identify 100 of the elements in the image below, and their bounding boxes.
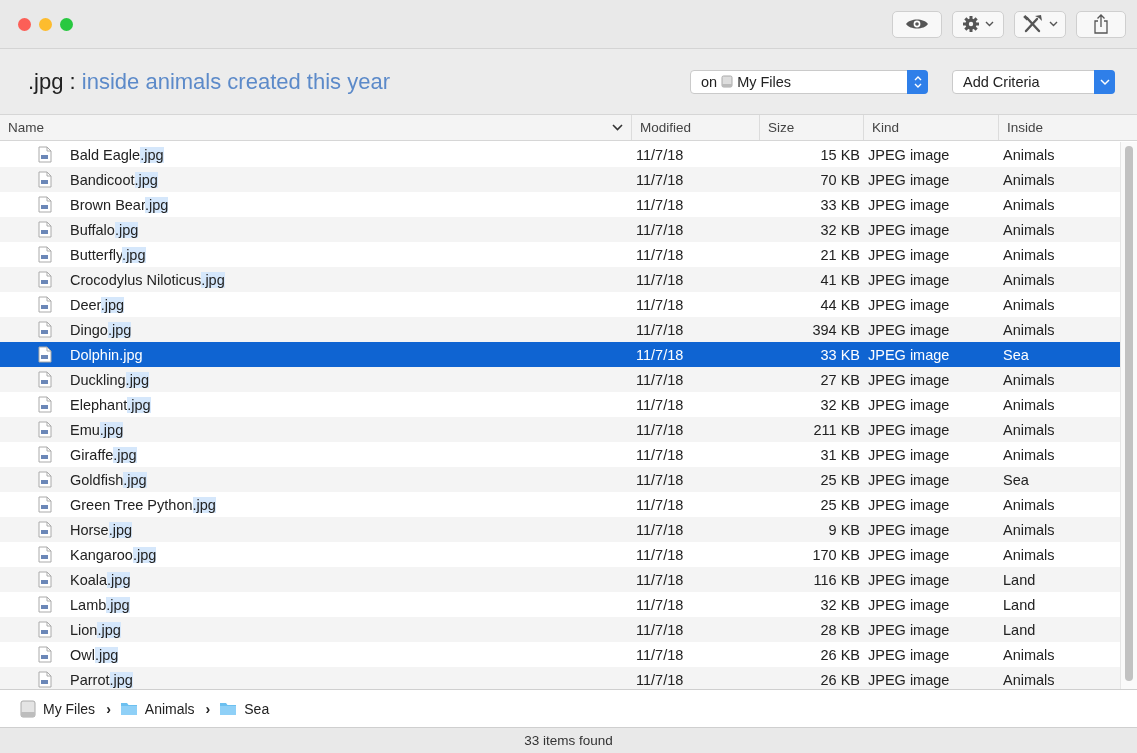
path-item[interactable]: Sea <box>244 700 270 717</box>
table-cell-text: 31 KB <box>819 446 861 463</box>
table-cell-text: 32 KB <box>819 396 861 413</box>
image-file-icon <box>38 346 52 363</box>
close-button[interactable] <box>18 17 31 31</box>
table-cell-text: JPEG image <box>867 546 951 563</box>
table-cell-text: Animals <box>1002 371 1056 388</box>
file-name: Bandicoot.jpg <box>70 171 158 188</box>
path-separator: › <box>205 700 211 717</box>
table-cell-text: 44 KB <box>819 296 861 313</box>
table-cell-text: JPEG image <box>867 471 951 488</box>
table-cell-text: Land <box>1002 596 1037 613</box>
image-file-icon <box>38 271 52 288</box>
file-name: Dingo.jpg <box>70 321 132 338</box>
table-cell-text: 32 KB <box>819 596 861 613</box>
image-file-icon <box>38 246 52 263</box>
file-row[interactable]: Bandicoot.jpg 11/7/18 70 KB JPEG image Animals <box>0 167 1120 192</box>
table-cell-text: 11/7/18 <box>635 371 685 388</box>
table-cell-text: 11/7/18 <box>635 646 685 663</box>
table-cell-text: JPEG image <box>867 146 951 163</box>
image-file-icon <box>38 471 52 488</box>
image-file-icon <box>38 296 52 313</box>
column-header[interactable]: Size <box>760 115 864 140</box>
scope-dropdown[interactable]: on My Files <box>690 69 928 94</box>
table-cell-text: 9 KB <box>827 521 861 538</box>
column-header[interactable]: Name <box>0 115 632 140</box>
scrollbar-thumb[interactable] <box>1125 146 1133 681</box>
table-cell-text: 32 KB <box>819 221 861 238</box>
table-cell-text: Animals <box>1002 296 1056 313</box>
table-cell-text: Animals <box>1002 421 1056 438</box>
file-row[interactable]: Crocodylus Niloticus.jpg 11/7/18 41 KB JPEG image Animals <box>0 267 1120 292</box>
file-row[interactable]: Buffalo.jpg 11/7/18 32 KB JPEG image Animals <box>0 217 1120 242</box>
table-cell-text: Animals <box>1002 321 1056 338</box>
file-row[interactable]: Horse.jpg 11/7/18 9 KB JPEG image Animals <box>0 517 1120 542</box>
path-item[interactable]: Animals <box>144 700 195 717</box>
table-cell-text: 11/7/18 <box>635 246 685 263</box>
table-cell-text: Animals <box>1002 171 1056 188</box>
table-cell-text: 33 KB <box>819 346 861 363</box>
image-file-icon <box>38 496 52 513</box>
eye-icon <box>905 17 929 31</box>
file-name: Giraffe.jpg <box>70 446 137 463</box>
column-header[interactable]: Inside <box>999 115 1137 140</box>
preview-button[interactable] <box>892 10 942 38</box>
file-name: Parrot.jpg <box>70 671 133 688</box>
table-cell-text: JPEG image <box>867 246 951 263</box>
status-text: 33 items found <box>524 733 613 748</box>
file-name: Emu.jpg <box>70 421 124 438</box>
table-cell-text: 26 KB <box>819 671 861 688</box>
table-cell-text: 11/7/18 <box>635 671 685 688</box>
table-cell-text: Animals <box>1002 521 1056 538</box>
table-cell-text: 11/7/18 <box>635 596 685 613</box>
file-row[interactable]: Lion.jpg 11/7/18 28 KB JPEG image Land <box>0 617 1120 642</box>
table-cell-text: 70 KB <box>819 171 861 188</box>
stepper-icon <box>907 69 928 94</box>
column-header[interactable]: Modified <box>632 115 760 140</box>
image-file-icon <box>38 171 52 188</box>
column-header[interactable]: Kind <box>864 115 999 140</box>
file-name: Buffalo.jpg <box>70 221 139 238</box>
file-row[interactable]: Duckling.jpg 11/7/18 27 KB JPEG image Animals <box>0 367 1120 392</box>
table-cell-text: JPEG image <box>867 496 951 513</box>
file-row[interactable]: Emu.jpg 11/7/18 211 KB JPEG image Animals <box>0 417 1120 442</box>
table-cell-text: 21 KB <box>819 246 861 263</box>
table-cell-text: Land <box>1002 621 1037 638</box>
settings-button[interactable] <box>952 10 1004 38</box>
file-row[interactable]: Parrot.jpg 11/7/18 26 KB JPEG image Animals <box>0 667 1120 689</box>
file-name: Koala.jpg <box>70 571 131 588</box>
table-cell-text: 11/7/18 <box>635 171 685 188</box>
table-cell-text: JPEG image <box>867 521 951 538</box>
search-query: .jpg : inside animals created this year <box>28 68 391 95</box>
file-name: Lion.jpg <box>70 621 121 638</box>
file-row[interactable]: Dingo.jpg 11/7/18 394 KB JPEG image Animals <box>0 317 1120 342</box>
table-cell-text: 27 KB <box>819 371 861 388</box>
folder-icon <box>219 701 238 716</box>
table-cell-text: Sea <box>1002 471 1030 488</box>
file-row[interactable]: Dolphin.jpg 11/7/18 33 KB JPEG image Sea <box>0 342 1120 367</box>
criteria-dropdown[interactable]: Add Criteria <box>952 69 1115 94</box>
table-cell-text: 11/7/18 <box>635 321 685 338</box>
file-row[interactable]: Goldfish.jpg 11/7/18 25 KB JPEG image Sea <box>0 467 1120 492</box>
table-cell-text: JPEG image <box>867 221 951 238</box>
table-cell-text: 394 KB <box>811 321 861 338</box>
tools-button[interactable] <box>1014 10 1066 38</box>
table-cell-text: 11/7/18 <box>635 571 685 588</box>
image-file-icon <box>38 321 52 338</box>
table-cell-text: Animals <box>1002 646 1056 663</box>
file-row[interactable]: Koala.jpg 11/7/18 116 KB JPEG image Land <box>0 567 1120 592</box>
table-cell-text: Animals <box>1002 246 1056 263</box>
table-cell-text: JPEG image <box>867 296 951 313</box>
image-file-icon <box>38 621 52 638</box>
table-cell-text: JPEG image <box>867 346 951 363</box>
drive-icon <box>721 75 734 88</box>
table-cell-text: 11/7/18 <box>635 196 685 213</box>
table-cell-text: 11/7/18 <box>635 446 685 463</box>
image-file-icon <box>38 521 52 538</box>
table-cell-text: Animals <box>1002 396 1056 413</box>
table-cell-text: Animals <box>1002 271 1056 288</box>
share-button[interactable] <box>1076 10 1126 38</box>
table-cell-text: 11/7/18 <box>635 496 685 513</box>
path-item[interactable]: My Files <box>43 700 96 717</box>
table-cell-text: 170 KB <box>811 546 861 563</box>
table-cell-text: 41 KB <box>819 271 861 288</box>
